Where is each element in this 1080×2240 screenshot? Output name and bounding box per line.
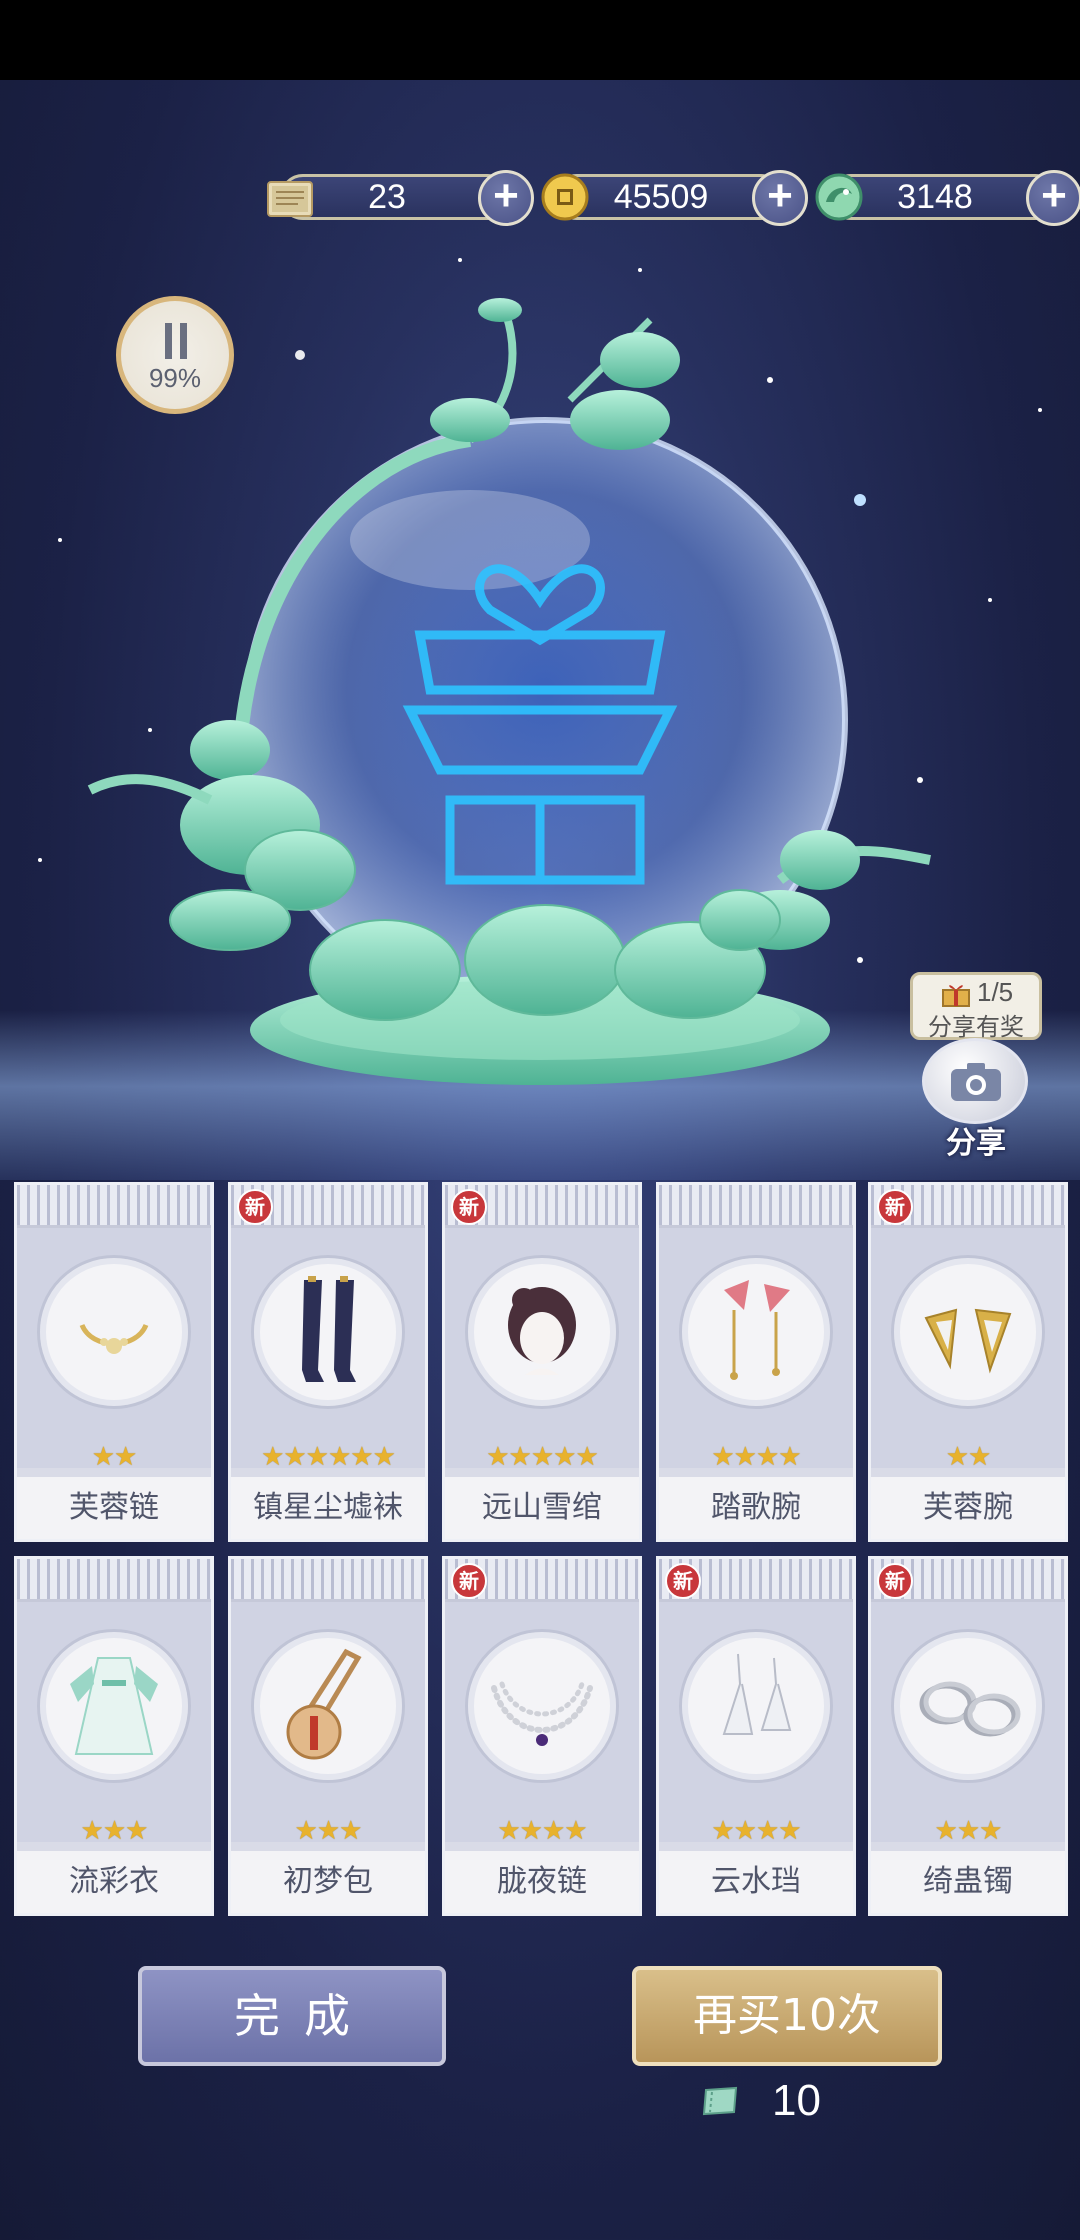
item-name: 芙蓉腕 bbox=[871, 1477, 1065, 1539]
jade-count: 3148 bbox=[897, 178, 973, 216]
item-rarity-stars: ★★★ bbox=[80, 1816, 149, 1846]
camera-icon bbox=[951, 1063, 1001, 1101]
item-card[interactable]: ★★ 芙蓉腕 新 bbox=[868, 1182, 1068, 1542]
add-scroll-button[interactable]: + bbox=[478, 170, 534, 226]
item-card[interactable]: ★★★★ 踏歌腕 bbox=[656, 1182, 856, 1542]
item-card[interactable]: ★★★ 初梦包 bbox=[228, 1556, 428, 1916]
item-rarity-stars: ★★★ bbox=[294, 1816, 363, 1846]
item-rarity-stars: ★★ bbox=[91, 1442, 138, 1472]
stockings-icon bbox=[251, 1255, 405, 1409]
item-rarity-stars: ★★ bbox=[945, 1442, 992, 1472]
item-name: 绮蛊镯 bbox=[871, 1851, 1065, 1913]
ticket-icon bbox=[702, 2086, 738, 2116]
item-name: 芙蓉链 bbox=[17, 1477, 211, 1539]
currency-gold: 45509 + bbox=[536, 168, 808, 228]
card-header bbox=[231, 1559, 425, 1602]
item-rarity-stars: ★★★★★★ bbox=[261, 1442, 396, 1472]
add-gold-button[interactable]: + bbox=[752, 170, 808, 226]
item-rarity-stars: ★★★★★ bbox=[486, 1442, 599, 1472]
share-label: 分享 bbox=[946, 1126, 1006, 1161]
dress-icon bbox=[37, 1629, 191, 1783]
new-badge: 新 bbox=[237, 1189, 273, 1225]
item-name: 胧夜链 bbox=[445, 1851, 639, 1913]
earrings-icon bbox=[679, 1629, 833, 1783]
item-rarity-stars: ★★★★ bbox=[497, 1816, 587, 1846]
item-card[interactable]: ★★★★★★ 镇星尘墟袜 新 bbox=[228, 1182, 428, 1542]
add-jade-button[interactable]: + bbox=[1026, 170, 1080, 226]
item-name: 远山雪绾 bbox=[445, 1477, 639, 1539]
item-name: 踏歌腕 bbox=[659, 1477, 853, 1539]
wrist-ornament-icon bbox=[679, 1255, 833, 1409]
bracelet-icon bbox=[891, 1255, 1045, 1409]
item-card[interactable]: ★★★★ 云水珰 新 bbox=[656, 1556, 856, 1916]
hairstyle-icon bbox=[465, 1255, 619, 1409]
currency-scroll: 23 + bbox=[262, 168, 534, 228]
buy-again-button[interactable]: 再买10次 bbox=[632, 1966, 942, 2066]
card-header bbox=[659, 1185, 853, 1228]
gold-count: 45509 bbox=[613, 178, 709, 216]
share-progress: 1/5 bbox=[977, 977, 1014, 1007]
bag-icon bbox=[251, 1629, 405, 1783]
item-name: 镇星尘墟袜 bbox=[231, 1477, 425, 1539]
done-button[interactable]: 完成 bbox=[138, 1966, 446, 2066]
currency-jade: 3148 + bbox=[810, 168, 1080, 228]
share-button[interactable] bbox=[922, 1038, 1028, 1124]
item-name: 初梦包 bbox=[231, 1851, 425, 1913]
new-badge: 新 bbox=[665, 1563, 701, 1599]
buy-cost: 10 bbox=[700, 2072, 900, 2132]
gift-icon bbox=[942, 985, 970, 1007]
card-header bbox=[17, 1559, 211, 1602]
new-badge: 新 bbox=[451, 1563, 487, 1599]
item-card[interactable]: ★★★★★ 远山雪绾 新 bbox=[442, 1182, 642, 1542]
item-rarity-stars: ★★★★ bbox=[711, 1442, 801, 1472]
item-card[interactable]: ★★★ 流彩衣 bbox=[14, 1556, 214, 1916]
card-header bbox=[17, 1185, 211, 1228]
item-name: 云水珰 bbox=[659, 1851, 853, 1913]
buy-cost-value: 10 bbox=[772, 2076, 821, 2125]
new-badge: 新 bbox=[451, 1189, 487, 1225]
item-card[interactable]: ★★★ 绮蛊镯 新 bbox=[868, 1556, 1068, 1916]
item-name: 流彩衣 bbox=[17, 1851, 211, 1913]
share-reward-label: 分享有奖 bbox=[928, 1013, 1024, 1041]
scroll-count: 23 bbox=[368, 178, 406, 216]
item-card[interactable]: ★★★★ 胧夜链 新 bbox=[442, 1556, 642, 1916]
item-card[interactable]: ★★ 芙蓉链 bbox=[14, 1182, 214, 1542]
item-rarity-stars: ★★★ bbox=[934, 1816, 1003, 1846]
new-badge: 新 bbox=[877, 1563, 913, 1599]
pearl-necklace-icon bbox=[465, 1629, 619, 1783]
status-bar bbox=[0, 0, 1080, 80]
necklace-icon bbox=[37, 1255, 191, 1409]
new-badge: 新 bbox=[877, 1189, 913, 1225]
bangles-icon bbox=[891, 1629, 1045, 1783]
share-reward-tag: 1/5 分享有奖 bbox=[910, 972, 1042, 1041]
share-widget: 1/5 分享有奖 分享 bbox=[910, 972, 1042, 1161]
item-rarity-stars: ★★★★ bbox=[711, 1816, 801, 1846]
